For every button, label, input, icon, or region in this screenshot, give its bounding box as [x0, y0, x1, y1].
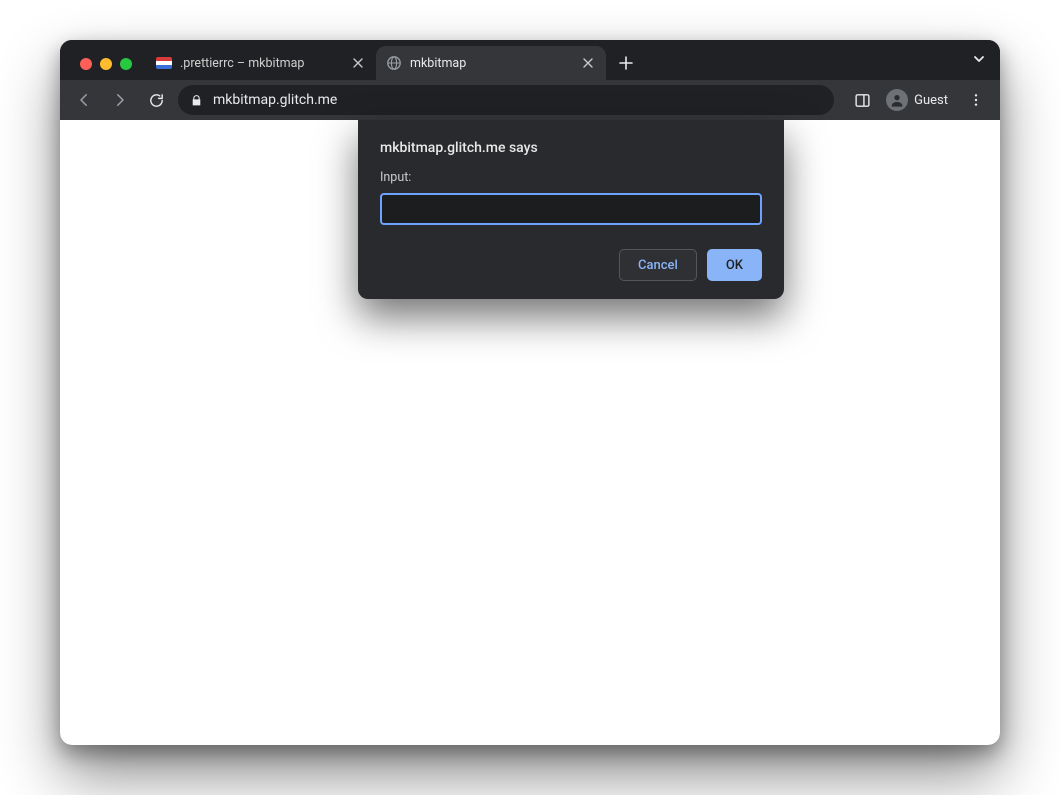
tab-close-icon[interactable] [350, 55, 366, 71]
favicon-globe-icon [386, 55, 402, 71]
prompt-origin-text: mkbitmap.glitch.me says [380, 140, 762, 156]
overflow-menu-button[interactable] [962, 86, 990, 114]
tab-strip: .prettierrc – mkbitmap mkbitmap [60, 40, 1000, 80]
tab-close-icon[interactable] [580, 55, 596, 71]
window-close-button[interactable] [80, 58, 92, 70]
toolbar-right: Guest [848, 86, 990, 114]
profile-chip[interactable]: Guest [882, 86, 956, 114]
address-bar-url: mkbitmap.glitch.me [213, 92, 337, 108]
prompt-input[interactable] [380, 193, 762, 225]
window-menu-caret-icon[interactable] [972, 52, 986, 66]
prompt-actions: Cancel OK [380, 249, 762, 281]
prompt-cancel-button[interactable]: Cancel [619, 249, 697, 281]
tab-active[interactable]: mkbitmap [376, 46, 606, 80]
tab-title: .prettierrc – mkbitmap [180, 56, 342, 71]
favicon-stripes-icon [156, 55, 172, 71]
tab-background[interactable]: .prettierrc – mkbitmap [146, 46, 376, 80]
page-content: mkbitmap.glitch.me says Input: Cancel OK [60, 120, 1000, 745]
toolbar: mkbitmap.glitch.me Guest [60, 80, 1000, 120]
window-controls [72, 58, 140, 80]
nav-back-button[interactable] [70, 86, 98, 114]
new-tab-button[interactable] [612, 49, 640, 77]
button-label: Cancel [638, 258, 678, 273]
avatar-icon [886, 89, 908, 111]
nav-forward-button[interactable] [106, 86, 134, 114]
address-bar[interactable]: mkbitmap.glitch.me [178, 85, 834, 115]
window-minimize-button[interactable] [100, 58, 112, 70]
button-label: OK [726, 258, 743, 273]
js-prompt-dialog: mkbitmap.glitch.me says Input: Cancel OK [358, 120, 784, 299]
tab-title: mkbitmap [410, 56, 572, 71]
nav-reload-button[interactable] [142, 86, 170, 114]
browser-window: .prettierrc – mkbitmap mkbitmap [60, 40, 1000, 745]
profile-label: Guest [914, 93, 948, 108]
window-maximize-button[interactable] [120, 58, 132, 70]
side-panel-button[interactable] [848, 86, 876, 114]
tabs: .prettierrc – mkbitmap mkbitmap [146, 46, 1000, 80]
prompt-ok-button[interactable]: OK [707, 249, 762, 281]
prompt-label: Input: [380, 170, 762, 185]
lock-icon [190, 94, 203, 107]
